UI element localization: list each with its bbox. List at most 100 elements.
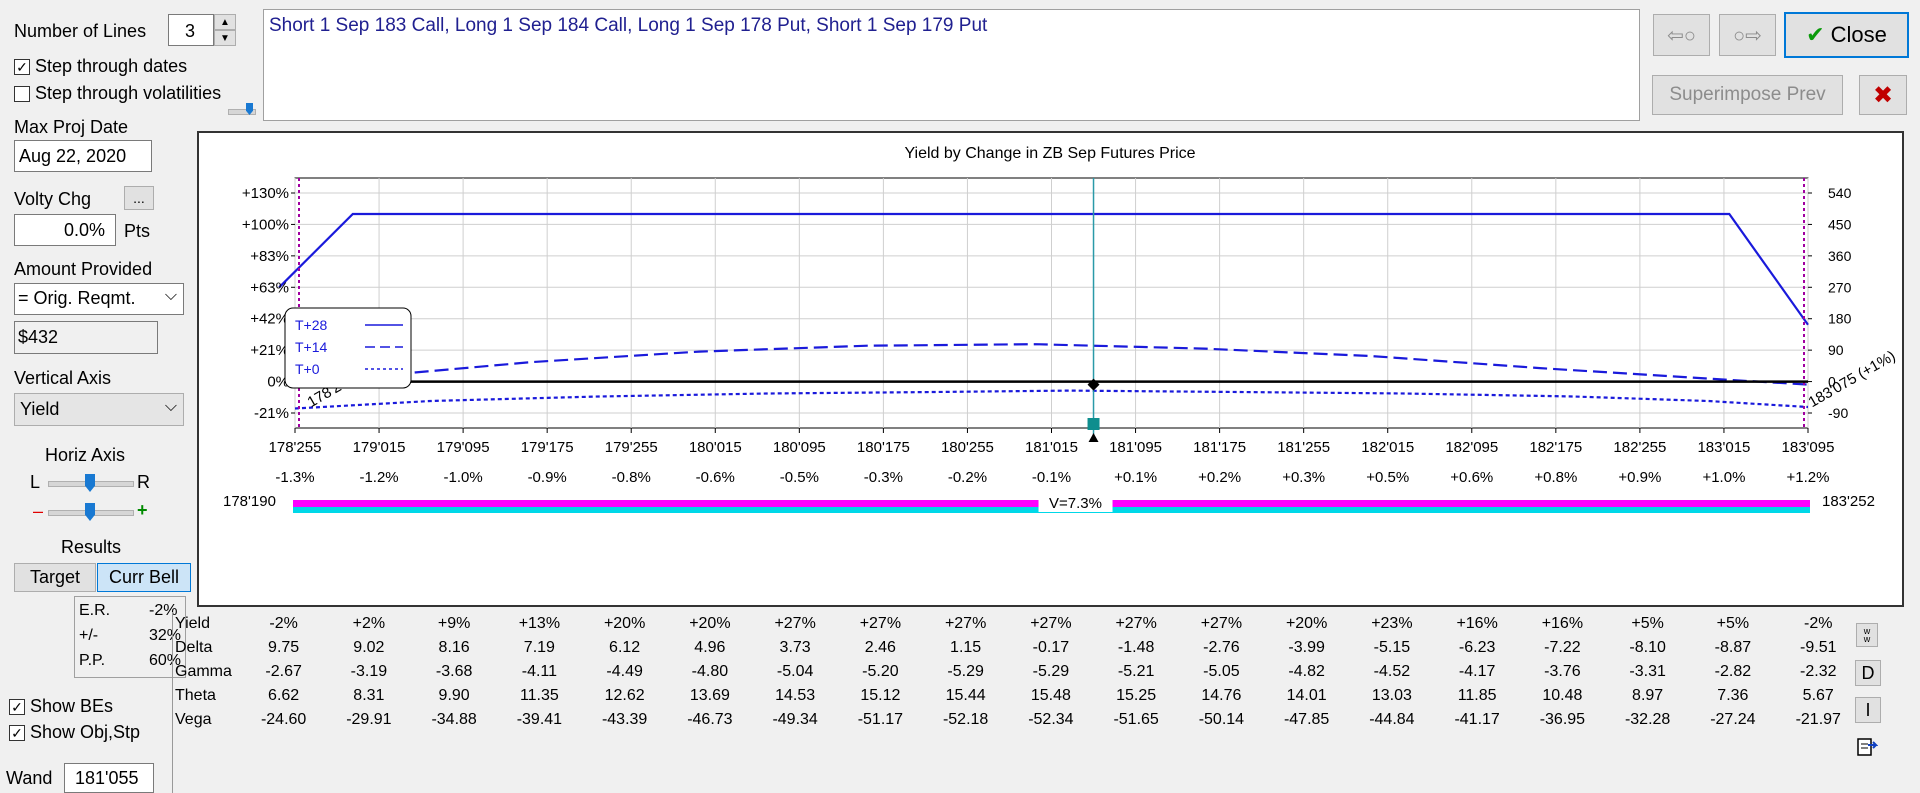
x-pct-tick-label: -1.2% bbox=[359, 469, 398, 486]
greeks-cell: +27% bbox=[859, 615, 902, 632]
step-vols-option[interactable]: Step through volatilities bbox=[14, 83, 221, 104]
greeks-cell: +27% bbox=[944, 615, 987, 632]
greeks-cell: +5% bbox=[1716, 615, 1750, 632]
forward-arrow-button[interactable]: ○⇨ bbox=[1719, 14, 1776, 56]
greeks-row-label: Vega bbox=[175, 711, 212, 728]
greeks-cell: -5.04 bbox=[776, 663, 814, 680]
target-tab[interactable]: Target bbox=[14, 563, 96, 592]
step-dates-label: Step through dates bbox=[35, 56, 188, 76]
volty-chg-button[interactable]: ... bbox=[124, 186, 154, 210]
ww-icon[interactable]: w w bbox=[1856, 623, 1878, 647]
vertical-axis-select[interactable]: Yield ⌵ bbox=[14, 393, 184, 426]
greeks-row-vega: Vega -24.60 -29.91 -34.88 -39.41 -43.39 -46.73… bbox=[173, 708, 1861, 732]
horiz-zoom-slider[interactable] bbox=[48, 503, 134, 521]
greeks-cell: 2.46 bbox=[864, 639, 896, 656]
vertical-axis-label: Vertical Axis bbox=[14, 368, 112, 388]
wand-input[interactable]: 181'055 bbox=[64, 763, 154, 793]
greeks-row-label: Theta bbox=[175, 687, 216, 704]
volty-chg-unit: Pts bbox=[124, 221, 151, 241]
max-proj-date-input[interactable]: Aug 22, 2020 bbox=[14, 140, 152, 172]
y-right-tick-label: 540 bbox=[1828, 185, 1852, 201]
superimpose-prev-button[interactable]: Superimpose Prev bbox=[1652, 75, 1843, 115]
amount-value-field: $432 bbox=[14, 321, 158, 354]
i-icon[interactable]: I bbox=[1855, 697, 1881, 723]
greeks-row-yield: Yield -2% +2% +9% +13% +20% +20% +27% +27% +27% +2… bbox=[173, 612, 1861, 636]
horiz-axis-label: Horiz Axis bbox=[45, 445, 126, 465]
x-tick-label: 180'175 bbox=[857, 439, 910, 456]
greeks-cell: 15.12 bbox=[860, 687, 901, 704]
x-pct-tick-label: -0.6% bbox=[696, 469, 735, 486]
show-bes-option[interactable]: ✓ Show BEs bbox=[9, 696, 113, 717]
greeks-cell: 9.90 bbox=[438, 687, 470, 704]
d-icon[interactable]: D bbox=[1855, 660, 1881, 686]
yield-chart[interactable]: Yield by Change in ZB Sep Futures Price … bbox=[199, 133, 1902, 605]
export-icon[interactable] bbox=[1856, 736, 1879, 758]
vol-label: V=7.3% bbox=[1049, 495, 1102, 512]
close-button[interactable]: ✔ Close bbox=[1784, 12, 1909, 58]
amount-provided-select[interactable]: = Orig. Reqmt. ⌵ bbox=[14, 283, 184, 315]
x-tick-label: 180'095 bbox=[773, 439, 826, 456]
x-tick-label: 180'255 bbox=[941, 439, 994, 456]
x-tick-label: 178'255 bbox=[269, 439, 322, 456]
greeks-cell: +16% bbox=[1541, 615, 1584, 632]
greeks-cell: +27% bbox=[1030, 615, 1072, 632]
greeks-cell: 15.44 bbox=[945, 687, 986, 704]
x-pct-tick-label: +0.9% bbox=[1618, 469, 1661, 486]
greeks-row-label: Gamma bbox=[175, 663, 232, 680]
greeks-cell: -36.95 bbox=[1539, 711, 1586, 728]
greeks-cell: +20% bbox=[1285, 615, 1328, 632]
step-vols-label: Step through volatilities bbox=[35, 83, 222, 103]
greeks-cell: -39.41 bbox=[516, 711, 563, 728]
greeks-row-label: Delta bbox=[175, 639, 213, 656]
step-dates-option[interactable]: ✓ Step through dates bbox=[14, 56, 187, 77]
x-tick-label: 179'175 bbox=[521, 439, 574, 456]
greeks-cell: 1.15 bbox=[950, 639, 982, 656]
spin-down-button[interactable]: ▼ bbox=[214, 30, 236, 46]
greeks-cell: 8.16 bbox=[438, 639, 470, 656]
back-arrow-button[interactable]: ⇦○ bbox=[1653, 14, 1710, 56]
greeks-cell: -5.21 bbox=[1117, 663, 1155, 680]
show-bes-checkbox[interactable]: ✓ bbox=[9, 699, 25, 716]
horiz-left-label: L bbox=[30, 472, 41, 492]
step-dates-checkbox[interactable]: ✓ bbox=[14, 59, 30, 76]
position-description-field[interactable]: Short 1 Sep 183 Call, Long 1 Sep 184 Cal… bbox=[263, 9, 1640, 121]
y-left-tick-label: +130% bbox=[242, 185, 289, 202]
greeks-cell: -27.24 bbox=[1710, 711, 1756, 728]
step-vols-checkbox[interactable] bbox=[14, 86, 30, 103]
greeks-cell: +27% bbox=[1115, 615, 1157, 632]
horiz-pan-slider[interactable] bbox=[48, 474, 134, 492]
greeks-cell: 7.36 bbox=[1717, 687, 1749, 704]
legend-label: T+14 bbox=[295, 339, 328, 355]
breakeven-label: 183'075 (+1%) bbox=[1806, 348, 1899, 411]
greeks-cell: -52.18 bbox=[942, 711, 989, 728]
x-pct-tick-label: +0.3% bbox=[1282, 469, 1325, 486]
greeks-cell: -49.34 bbox=[772, 711, 818, 728]
y-right-tick-label: -90 bbox=[1828, 405, 1848, 421]
stat-er-label: E.R. bbox=[79, 602, 111, 619]
show-obj-option[interactable]: ✓ Show Obj,Stp bbox=[9, 722, 140, 743]
vol-slider[interactable] bbox=[228, 103, 256, 115]
greeks-cell: -44.84 bbox=[1369, 711, 1415, 728]
greeks-cell: -4.11 bbox=[521, 663, 558, 680]
x-tick-label: 181'015 bbox=[1025, 439, 1078, 456]
results-label: Results bbox=[61, 537, 122, 557]
x-tick-label: 183'095 bbox=[1782, 439, 1835, 456]
number-of-lines-input[interactable]: 3 bbox=[168, 14, 214, 46]
cancel-x-button[interactable]: ✖ bbox=[1859, 75, 1907, 115]
chevron-down-icon: ⌵ bbox=[164, 287, 177, 304]
zoom-minus-label: – bbox=[33, 501, 44, 521]
greeks-cell: 7.19 bbox=[523, 639, 555, 656]
greeks-cell: 9.02 bbox=[353, 639, 385, 656]
greeks-cell: 9.75 bbox=[268, 639, 300, 656]
greeks-cell: +20% bbox=[603, 615, 646, 632]
greeks-cell: +16% bbox=[1456, 615, 1498, 632]
greeks-cell: 14.53 bbox=[775, 687, 816, 704]
greeks-cell: 3.73 bbox=[779, 639, 811, 656]
spin-up-button[interactable]: ▲ bbox=[214, 14, 236, 30]
amount-provided-label: Amount Provided bbox=[14, 259, 153, 279]
show-obj-checkbox[interactable]: ✓ bbox=[9, 725, 25, 742]
curr-bell-tab[interactable]: Curr Bell bbox=[97, 563, 191, 592]
x-tick-label: 182'175 bbox=[1529, 439, 1582, 456]
greeks-cell: -7.22 bbox=[1544, 639, 1581, 656]
volty-chg-input[interactable]: 0.0% bbox=[14, 214, 116, 246]
